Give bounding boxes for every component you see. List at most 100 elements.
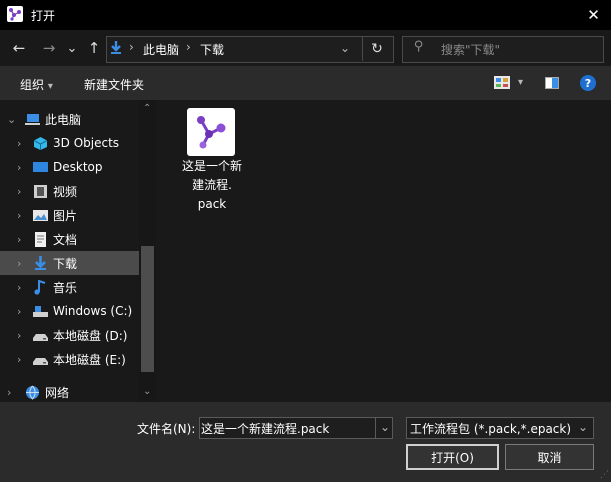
scroll-up-icon[interactable]: ⌃ — [143, 103, 151, 114]
file-name-line: pack — [197, 197, 227, 211]
sidebar-item-pictures[interactable]: › 图片 — [0, 203, 139, 227]
sidebar-item-label: 本地磁盘 (E:) — [53, 352, 126, 367]
network-icon — [26, 385, 39, 400]
sidebar-item-drive-e[interactable]: › 本地磁盘 (E:) — [0, 347, 139, 371]
sidebar-item-documents[interactable]: › 文档 — [0, 227, 139, 251]
downloads-icon — [35, 255, 46, 270]
preview-pane-icon[interactable] — [545, 77, 559, 89]
address-dropdown-icon[interactable]: ⌄ — [340, 41, 350, 55]
search-icon: ⚲ — [414, 39, 424, 54]
sidebar-item-label: 此电脑 — [45, 112, 82, 127]
filename-value: 这是一个新建流程.pack — [201, 422, 330, 436]
file-name-line: 建流程. — [192, 178, 232, 192]
chevron-right-icon[interactable]: › — [17, 161, 21, 174]
chevron-right-icon[interactable]: › — [17, 137, 21, 150]
music-icon — [34, 279, 46, 295]
sidebar-item-label: 网络 — [45, 385, 70, 400]
cancel-button-label: 取消 — [537, 450, 562, 465]
desktop-icon — [33, 161, 48, 172]
cancel-button[interactable]: 取消 — [505, 444, 594, 470]
window-title: 打开 — [31, 9, 56, 23]
sidebar-item-this-pc[interactable]: ⌄ 此电脑 — [0, 107, 139, 131]
open-button-label: 打开(O) — [431, 450, 474, 465]
3d-objects-icon — [33, 136, 48, 150]
sidebar-item-downloads[interactable]: › 下载 — [0, 251, 139, 275]
filename-dropdown-icon[interactable]: ⌄ — [380, 420, 390, 434]
computer-icon — [25, 114, 40, 125]
videos-icon — [34, 184, 47, 198]
chevron-right-icon[interactable]: › — [17, 305, 21, 318]
resize-grip-icon[interactable]: ⋰ — [600, 470, 609, 480]
chevron-right-icon[interactable]: › — [17, 257, 21, 270]
organize-label: 组织 — [20, 78, 45, 92]
app-icon — [7, 6, 23, 22]
drive-icon — [33, 333, 48, 341]
breadcrumb-this-pc[interactable]: 此电脑 — [143, 41, 179, 58]
close-icon: ✕ — [587, 6, 600, 24]
sidebar-item-drive-d[interactable]: › 本地磁盘 (D:) — [0, 323, 139, 347]
help-button[interactable]: ? — [580, 75, 596, 91]
chevron-right-icon[interactable]: › — [17, 329, 21, 342]
refresh-icon: ↻ — [371, 41, 383, 57]
documents-icon — [35, 231, 46, 247]
back-button[interactable]: ← — [8, 38, 30, 58]
chevron-right-icon[interactable]: › — [17, 209, 21, 222]
view-options-icon[interactable] — [494, 76, 510, 89]
divider — [375, 417, 376, 439]
sidebar-item-windows-c[interactable]: › Windows (C:) — [0, 299, 139, 323]
chevron-down-icon: ⌄ — [66, 40, 78, 56]
help-icon: ? — [584, 76, 592, 90]
sidebar-item-label: 本地磁盘 (D:) — [53, 328, 128, 343]
new-folder-button[interactable]: 新建文件夹 — [84, 76, 144, 93]
sidebar-item-label: 文档 — [53, 232, 78, 247]
scroll-down-icon[interactable]: ⌄ — [143, 386, 151, 397]
view-dropdown-icon[interactable]: ▾ — [518, 77, 523, 88]
chevron-right-icon[interactable]: › — [7, 386, 11, 399]
search-placeholder: 搜索"下载" — [441, 43, 501, 57]
forward-arrow-icon: → — [42, 39, 56, 57]
recent-locations-button[interactable]: ⌄ — [64, 38, 80, 58]
forward-button[interactable]: → — [38, 38, 60, 58]
chevron-expanded-icon[interactable]: ⌄ — [7, 113, 16, 126]
sidebar-item-network[interactable]: › 网络 — [0, 380, 139, 404]
search-input[interactable] — [402, 36, 604, 63]
title-bar — [0, 0, 611, 30]
divider — [362, 36, 363, 61]
filename-label: 文件名(N): — [137, 422, 196, 436]
pictures-icon — [33, 209, 48, 221]
chevron-right-icon[interactable]: › — [17, 185, 21, 198]
sidebar-item-label: 视频 — [53, 184, 78, 199]
sidebar-item-music[interactable]: › 音乐 — [0, 275, 139, 299]
workflow-pack-icon — [187, 108, 235, 156]
sidebar-item-label: Windows (C:) — [53, 304, 133, 318]
drive-icon — [33, 357, 48, 365]
filetype-dropdown-icon[interactable]: ⌄ — [578, 420, 588, 434]
sidebar-item-videos[interactable]: › 视频 — [0, 179, 139, 203]
back-arrow-icon: ← — [12, 39, 26, 57]
navigation-pane: ⌄ 此电脑 › 3D Objects › Desktop › 视频 › 图片 ›… — [0, 100, 160, 402]
open-button[interactable]: 打开(O) — [406, 444, 499, 470]
sidebar-item-label: 音乐 — [53, 280, 78, 295]
file-name-line: 这是一个新 — [181, 159, 242, 173]
up-arrow-icon: ↑ — [87, 39, 101, 57]
sidebar-item-label: 图片 — [53, 208, 78, 223]
breadcrumb-separator: › — [186, 40, 191, 54]
sidebar-item-3d-objects[interactable]: › 3D Objects — [0, 131, 139, 155]
filetype-value: 工作流程包 (*.pack,*.epack) — [410, 422, 572, 436]
chevron-right-icon[interactable]: › — [17, 233, 21, 246]
scrollbar-thumb[interactable] — [141, 246, 154, 372]
sidebar-item-desktop[interactable]: › Desktop — [0, 155, 139, 179]
refresh-button[interactable]: ↻ — [366, 38, 388, 60]
system-drive-icon — [33, 305, 48, 317]
chevron-down-icon: ▾ — [47, 81, 53, 92]
footer-panel — [0, 402, 611, 482]
breadcrumb-separator: › — [129, 40, 134, 54]
breadcrumb-downloads[interactable]: 下载 — [200, 41, 224, 58]
chevron-right-icon[interactable]: › — [17, 353, 21, 366]
sidebar-item-label: 3D Objects — [53, 136, 120, 150]
up-button[interactable]: ↑ — [84, 38, 104, 58]
sidebar-item-label: 下载 — [53, 256, 78, 271]
close-button[interactable]: ✕ — [576, 0, 611, 30]
organize-button[interactable]: 组织 ▾ — [20, 76, 53, 93]
chevron-right-icon[interactable]: › — [17, 281, 21, 294]
